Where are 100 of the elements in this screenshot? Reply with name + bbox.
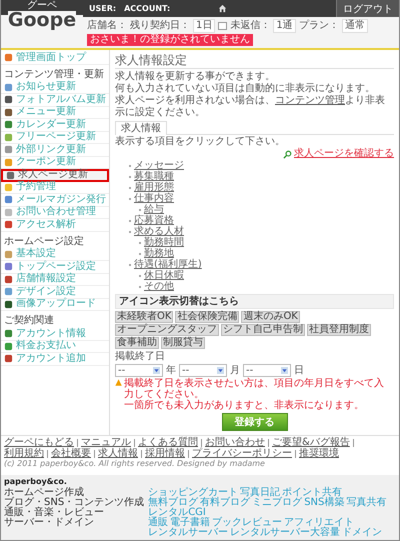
feature-tag[interactable]: 未経験者OK <box>115 311 174 323</box>
description-text: 求人情報を更新する事ができます。 <box>115 71 276 82</box>
caret-icon <box>153 366 160 374</box>
footer-link[interactable]: お問い合わせ <box>205 437 265 448</box>
date-select[interactable]: -- <box>179 364 227 376</box>
tile-icon <box>4 250 13 259</box>
tile-icon <box>4 132 13 142</box>
feature-tag[interactable]: 制服貸与 <box>161 337 205 349</box>
field-link[interactable]: 応募資格 <box>134 215 174 226</box>
footer-link[interactable]: 推奨環境 <box>299 448 339 459</box>
shop-label: 店舗名： <box>87 20 127 32</box>
sidebar-item[interactable]: 求人ページ更新 <box>1 169 109 182</box>
feature-tag[interactable]: 社会保険完備 <box>175 311 240 323</box>
footer-link[interactable]: グーペにもどる <box>4 437 74 448</box>
tile-icon <box>4 287 13 296</box>
tile-icon <box>4 195 13 204</box>
footer-link[interactable]: 採用情報 <box>145 448 185 459</box>
sidebar-heading: コンテンツ管理・更新 <box>3 68 105 80</box>
sidebar-item[interactable]: デザイン設定 <box>1 286 109 298</box>
account-label: ACCOUNT: <box>124 4 170 13</box>
field-link[interactable]: 求める人材 <box>134 226 184 237</box>
feature-tag[interactable]: 社員登用制度 <box>307 324 371 336</box>
plan-label: プラン： <box>298 20 339 32</box>
category-text: ホームページ作成 <box>4 488 85 498</box>
plan-value: 通常 <box>342 19 368 33</box>
footer-link[interactable]: マニュアル <box>81 437 131 448</box>
alert-badge: おさいま！の登録がされていません <box>87 34 253 46</box>
field-link[interactable]: メッセージ <box>134 160 184 171</box>
days-label: 残り契約日： <box>130 20 190 32</box>
mail-icon <box>218 22 228 30</box>
field-link[interactable]: 休日休暇 <box>144 270 184 281</box>
logout-button[interactable]: ログアウト <box>336 0 399 17</box>
days-value: 1日 <box>193 19 216 33</box>
tile-icon <box>4 208 13 217</box>
preview-link[interactable]: 求人ページを確認する <box>294 148 394 160</box>
caret-icon <box>281 366 288 374</box>
tile-icon <box>4 329 13 338</box>
tile-icon <box>4 82 13 92</box>
category-text: 通販・音楽・レビュー <box>4 508 105 518</box>
field-link[interactable]: 雇用形態 <box>134 182 174 193</box>
field-link[interactable]: 勤務地 <box>144 248 174 259</box>
tile-icon <box>4 145 13 154</box>
feature-tag[interactable]: シフト自己申告制 <box>221 324 305 336</box>
instruction-text: 表示する項目をクリックして下さい。 <box>115 136 286 148</box>
tile-icon <box>4 220 13 230</box>
search-icon <box>283 150 292 158</box>
footer-link[interactable]: よくある質問 <box>138 437 198 448</box>
tile-icon <box>4 274 13 284</box>
content-link[interactable]: コンテンツ管理 <box>275 95 345 106</box>
field-link[interactable]: 給与 <box>144 204 164 215</box>
unread-value: 1通 <box>273 19 296 33</box>
copyright-text: (c) 2011 paperboy&co. All rights reserved. Designed by madame <box>4 459 266 469</box>
warning-text: 掲載終了日を表示させたい方は、項目の年月日をすべて入力してください。 <box>124 378 386 400</box>
category-text: サーバー・ドメイン <box>4 518 95 528</box>
footer-link[interactable]: ご要望&バグ報告 <box>272 437 350 448</box>
field-link[interactable]: 仕事内容 <box>134 193 174 204</box>
feature-tag[interactable]: 週末のみOK <box>241 311 300 323</box>
company-logo[interactable]: paperboy&co. <box>4 477 67 487</box>
feature-tag[interactable]: オープニングスタッフ <box>115 324 219 336</box>
field-link[interactable]: その他 <box>144 281 174 292</box>
unread-label: 未返信： <box>230 20 270 32</box>
caret-icon <box>217 366 224 374</box>
page-title: 求人情報設定 <box>115 52 394 69</box>
date-select[interactable]: -- <box>115 364 163 376</box>
tile-icon <box>4 300 13 309</box>
tile-icon <box>4 354 13 364</box>
description-text: 何も入力されていない項目は自動的に非表示になります。 <box>115 83 376 94</box>
field-link[interactable]: 勤務時間 <box>144 237 184 248</box>
footer-link[interactable]: プライバシーポリシー <box>192 448 292 459</box>
date-label: 掲載終了日 <box>115 351 166 363</box>
warning-text: 一箇所でも未入力がありますと、非表示になります。 <box>124 400 366 411</box>
category-text: ブログ・SNS・コンテンツ作成 <box>4 498 144 508</box>
sidebar-heading: ご契約関連 <box>3 314 55 328</box>
description-text: 求人ページを利用されない場合は、コンテンツ管理より非表示に設定ください。 <box>115 95 386 119</box>
sidebar-item[interactable]: カレンダー更新 <box>1 119 109 132</box>
field-link[interactable]: 待遇(福利厚生) <box>134 259 202 270</box>
footer-link[interactable]: 会社概要 <box>51 448 91 459</box>
feature-tag[interactable]: 食事補助 <box>115 337 159 349</box>
tile-icon <box>4 120 13 130</box>
sidebar-item[interactable]: 基本設定 <box>1 248 109 261</box>
tile-icon <box>4 95 13 104</box>
tile-icon <box>4 53 13 62</box>
date-select[interactable]: -- <box>243 364 291 376</box>
sidebar-heading: ホームページ設定 <box>3 234 85 248</box>
tile-icon <box>6 170 15 180</box>
sidebar-item[interactable]: トップページ設定 <box>1 261 109 274</box>
footer-link[interactable]: 求人情報 <box>98 448 138 459</box>
tile-icon <box>4 342 13 351</box>
footer-link[interactable]: 利用規約 <box>4 448 44 459</box>
tile-icon <box>4 182 13 192</box>
tile-icon <box>4 158 13 167</box>
home-icon[interactable] <box>218 4 228 13</box>
date-unit: 年 <box>166 364 176 377</box>
icon-heading: アイコン表示切替はこちら <box>115 294 394 309</box>
field-link[interactable]: 募集職種 <box>134 171 174 182</box>
date-unit: 月 <box>230 364 240 377</box>
tab[interactable]: 求人情報 <box>115 121 167 135</box>
sidebar-item[interactable]: 画像アップロード <box>1 298 109 311</box>
user-label: USER: <box>89 4 116 13</box>
tile-icon <box>4 262 13 272</box>
